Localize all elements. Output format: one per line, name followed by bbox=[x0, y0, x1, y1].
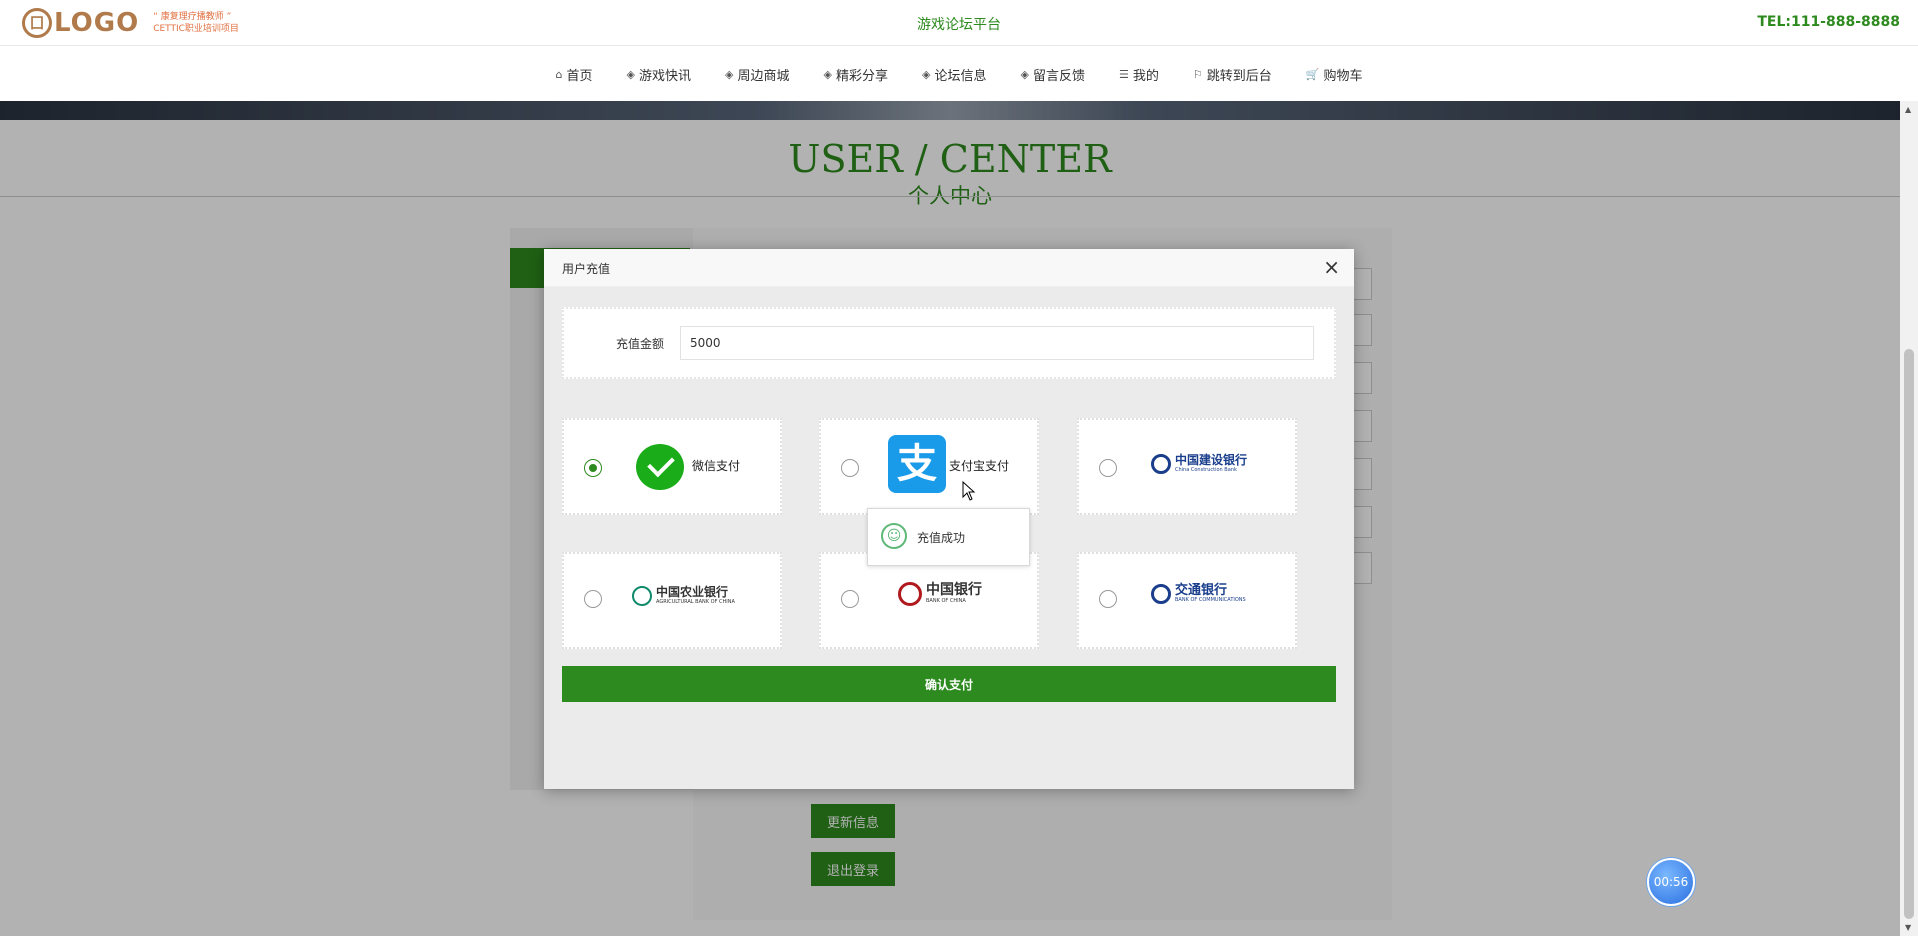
amount-label: 充值金额 bbox=[616, 337, 665, 351]
bocom-name-en: BANK OF COMMUNICATIONS bbox=[1175, 597, 1246, 603]
nav-label: 跳转到后台 bbox=[1206, 69, 1272, 84]
nav-item-mine[interactable]: ☰ 我的 bbox=[1119, 65, 1159, 84]
main-nav: ⌂ 首页 ◈ 游戏快讯 ◈ 周边商城 ◈ 精彩分享 ◈ 论坛信息 ◈ 留言反馈 ☰ 我的 ⚐ 跳… bbox=[0, 47, 1918, 101]
nav-item-cart[interactable]: 🛒 购物车 bbox=[1306, 65, 1363, 84]
layers-icon: ◈ bbox=[1020, 68, 1029, 81]
nav-item-forum[interactable]: ◈ 论坛信息 bbox=[922, 65, 986, 84]
boc-name: 中国银行 bbox=[926, 582, 982, 598]
nav-list: ⌂ 首页 ◈ 游戏快讯 ◈ 周边商城 ◈ 精彩分享 ◈ 论坛信息 ◈ 留言反馈 ☰ 我的 ⚐ 跳… bbox=[0, 65, 1918, 84]
smile-icon: ☺ bbox=[881, 523, 907, 549]
flag-icon: ⚐ bbox=[1192, 68, 1203, 81]
ccb-text: 中国建设银行 China Construction Bank bbox=[1175, 454, 1247, 474]
home-icon: ⌂ bbox=[555, 68, 563, 81]
wechat-label: 微信支付 bbox=[692, 459, 741, 473]
payment-option-abc[interactable]: 中国农业银行 AGRICULTURAL BANK OF CHINA bbox=[562, 552, 782, 649]
layers-icon: ◈ bbox=[626, 68, 635, 81]
boc-logo: 中国银行 BANK OF CHINA bbox=[898, 582, 982, 606]
nav-item-game-news[interactable]: ◈ 游戏快讯 bbox=[627, 65, 691, 84]
nav-label: 我的 bbox=[1132, 69, 1159, 84]
payment-option-bocom[interactable]: 交通银行 BANK OF COMMUNICATIONS bbox=[1077, 552, 1297, 649]
ccb-name: 中国建设银行 bbox=[1175, 453, 1248, 467]
scroll-thumb[interactable] bbox=[1904, 349, 1914, 919]
nav-label: 精彩分享 bbox=[835, 69, 888, 84]
bocom-logo: 交通银行 BANK OF COMMUNICATIONS bbox=[1151, 584, 1246, 604]
confirm-payment-button[interactable]: 确认支付 bbox=[562, 666, 1336, 702]
radio-abc[interactable] bbox=[584, 590, 602, 608]
wechat-logo-icon bbox=[636, 444, 684, 490]
bocom-name: 交通银行 bbox=[1175, 583, 1228, 598]
ccb-logo: 中国建设银行 China Construction Bank bbox=[1151, 454, 1247, 474]
payment-option-boc[interactable]: 中国银行 BANK OF CHINA bbox=[819, 552, 1039, 649]
nav-item-shop[interactable]: ◈ 周边商城 bbox=[725, 65, 789, 84]
amount-input[interactable] bbox=[680, 326, 1314, 360]
boc-name-en: BANK OF CHINA bbox=[926, 598, 966, 604]
abc-emblem-icon bbox=[632, 586, 652, 606]
nav-label: 首页 bbox=[566, 69, 593, 84]
bocom-text: 交通银行 BANK OF COMMUNICATIONS bbox=[1175, 584, 1246, 604]
abc-text: 中国农业银行 AGRICULTURAL BANK OF CHINA bbox=[656, 586, 735, 606]
success-toast: ☺ 充值成功 bbox=[867, 508, 1030, 566]
dialog-title: 用户充值 bbox=[562, 262, 611, 276]
site-title: 游戏论坛平台 bbox=[917, 17, 1001, 33]
ccb-name-en: China Construction Bank bbox=[1175, 467, 1237, 473]
nav-label: 周边商城 bbox=[737, 69, 790, 84]
bocom-emblem-icon bbox=[1151, 584, 1171, 604]
ccb-emblem-icon bbox=[1151, 454, 1171, 474]
dialog-header: 用户充值 × bbox=[544, 249, 1354, 287]
nav-item-home[interactable]: ⌂ 首页 bbox=[556, 65, 593, 84]
cart-icon: 🛒 bbox=[1305, 68, 1320, 81]
nav-label: 购物车 bbox=[1323, 69, 1363, 84]
scroll-down-arrow[interactable]: ▼ bbox=[1905, 923, 1911, 932]
payment-option-ccb[interactable]: 中国建设银行 China Construction Bank bbox=[1077, 418, 1297, 515]
abc-name: 中国农业银行 bbox=[656, 585, 729, 599]
radio-ccb[interactable] bbox=[1099, 459, 1117, 477]
alipay-label: 支付宝支付 bbox=[949, 459, 1010, 473]
radio-wechat[interactable] bbox=[584, 459, 602, 477]
nav-label: 论坛信息 bbox=[934, 69, 987, 84]
boc-text: 中国银行 BANK OF CHINA bbox=[926, 583, 982, 605]
nav-item-share[interactable]: ◈ 精彩分享 bbox=[824, 65, 888, 84]
recharge-dialog: 用户充值 × 充值金额 微信支付 支 支付宝支付 中国建设银行 China Co… bbox=[544, 249, 1354, 789]
radio-bocom[interactable] bbox=[1099, 590, 1117, 608]
nav-label: 留言反馈 bbox=[1032, 69, 1085, 84]
payment-option-wechat[interactable]: 微信支付 bbox=[562, 418, 782, 515]
nav-item-admin[interactable]: ⚐ 跳转到后台 bbox=[1193, 65, 1272, 84]
layers-icon: ◈ bbox=[823, 68, 832, 81]
layers-icon: ◈ bbox=[725, 68, 734, 81]
timer-badge[interactable]: 00:56 bbox=[1647, 858, 1695, 906]
nav-item-feedback[interactable]: ◈ 留言反馈 bbox=[1020, 65, 1084, 84]
abc-logo: 中国农业银行 AGRICULTURAL BANK OF CHINA bbox=[632, 586, 735, 606]
radio-alipay[interactable] bbox=[841, 459, 859, 477]
scroll-up-arrow[interactable]: ▲ bbox=[1905, 105, 1911, 114]
boc-emblem-icon bbox=[898, 582, 922, 606]
payment-option-alipay[interactable]: 支 支付宝支付 bbox=[819, 418, 1039, 515]
layers-icon: ◈ bbox=[921, 68, 931, 81]
page-scrollbar[interactable]: ▲ ▼ bbox=[1900, 101, 1918, 936]
toast-text: 充值成功 bbox=[917, 531, 966, 545]
amount-section: 充值金额 bbox=[562, 307, 1336, 379]
nav-label: 游戏快讯 bbox=[639, 69, 692, 84]
close-icon[interactable]: × bbox=[1323, 255, 1340, 279]
list-icon: ☰ bbox=[1118, 68, 1129, 81]
alipay-logo-icon: 支 bbox=[888, 435, 946, 493]
phone-number: TEL:111-888-8888 bbox=[1757, 14, 1900, 30]
top-header: 囗 LOGO “ 康复理疗播教师 ” CETTIC职业培训项目 游戏论坛平台 T… bbox=[0, 0, 1918, 46]
radio-boc[interactable] bbox=[841, 590, 859, 608]
abc-name-en: AGRICULTURAL BANK OF CHINA bbox=[656, 599, 735, 605]
